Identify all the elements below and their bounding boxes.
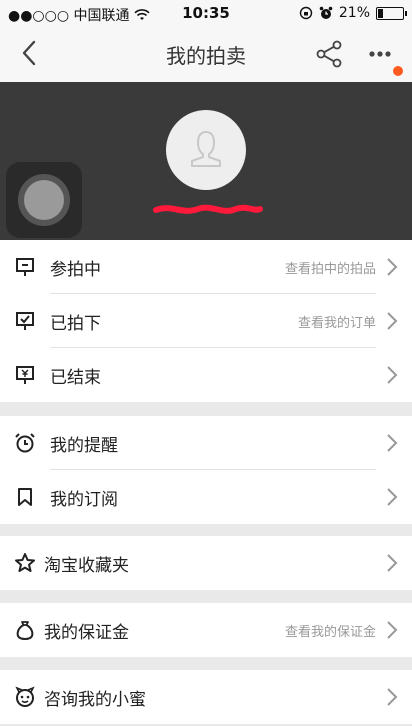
favorites-group: 淘宝收藏夹	[0, 536, 412, 590]
alarm-icon	[15, 433, 35, 453]
battery-icon	[376, 6, 407, 20]
ended-icon	[16, 366, 34, 384]
menu-label: 参拍中	[50, 260, 101, 280]
chevron-right-icon	[387, 258, 398, 276]
chevron-right-icon	[387, 688, 398, 706]
user-placeholder-icon	[191, 131, 221, 167]
menu-label: 我的订阅	[50, 490, 118, 510]
reminders-group: 我的提醒 我的订阅	[0, 416, 412, 524]
menu-row-deposit[interactable]: 我的保证金 查看我的保证金	[0, 603, 412, 657]
redacted-username	[153, 204, 263, 214]
menu-label: 我的提醒	[50, 436, 118, 456]
menu-row-bidding[interactable]: 参拍中 查看拍中的拍品	[0, 240, 412, 294]
assistant-face-icon	[15, 686, 35, 707]
menu-row-won[interactable]: 已拍下 查看我的订单	[0, 294, 412, 348]
menu-label: 我的保证金	[44, 623, 129, 643]
bookmark-icon	[18, 488, 32, 506]
menu-row-reminders[interactable]: 我的提醒	[0, 416, 412, 470]
notification-dot	[393, 66, 403, 76]
menu-row-favorites[interactable]: 淘宝收藏夹	[0, 536, 412, 590]
menu-label: 淘宝收藏夹	[44, 556, 129, 576]
auction-status-group: 参拍中 查看拍中的拍品 已拍下 查看我的订单 已结束	[0, 240, 412, 402]
chevron-right-icon	[387, 488, 398, 506]
money-bag-icon	[16, 621, 34, 641]
more-icon[interactable]	[366, 39, 398, 69]
menu-hint: 查看我的保证金	[284, 625, 376, 640]
status-bar: ●●○○○ 中国联通 10:35 21%	[0, 0, 412, 26]
menu-hint: 查看拍中的拍品	[284, 262, 376, 277]
avatar[interactable]	[166, 110, 246, 190]
menu-row-assistant[interactable]: 咨询我的小蜜	[0, 670, 412, 724]
chevron-right-icon	[387, 366, 398, 384]
bidding-icon	[16, 258, 34, 276]
menu-row-ended[interactable]: 已结束	[0, 348, 412, 402]
chevron-right-icon	[387, 312, 398, 330]
battery-percent: 21%	[338, 5, 370, 21]
deposit-group: 我的保证金 查看我的保证金	[0, 603, 412, 657]
star-icon	[15, 553, 35, 572]
menu-label: 已拍下	[50, 314, 101, 334]
share-icon[interactable]	[314, 39, 344, 69]
chevron-right-icon	[387, 621, 398, 639]
menu-row-subscriptions[interactable]: 我的订阅	[0, 470, 412, 524]
rotation-lock-icon	[299, 6, 313, 20]
assistant-group: 咨询我的小蜜	[0, 670, 412, 724]
chevron-right-icon	[387, 554, 398, 572]
menu-label: 咨询我的小蜜	[44, 690, 146, 710]
profile-header	[0, 82, 412, 240]
menu-hint: 查看我的订单	[297, 316, 376, 331]
assistive-touch-button[interactable]	[6, 162, 82, 238]
battery-level	[378, 8, 383, 18]
chevron-right-icon	[387, 434, 398, 452]
nav-bar: 我的拍卖	[0, 26, 412, 83]
won-icon	[16, 312, 34, 330]
alarm-clock-icon	[319, 6, 333, 19]
page-title: 我的拍卖	[166, 44, 246, 68]
menu-label: 已结束	[50, 368, 101, 388]
